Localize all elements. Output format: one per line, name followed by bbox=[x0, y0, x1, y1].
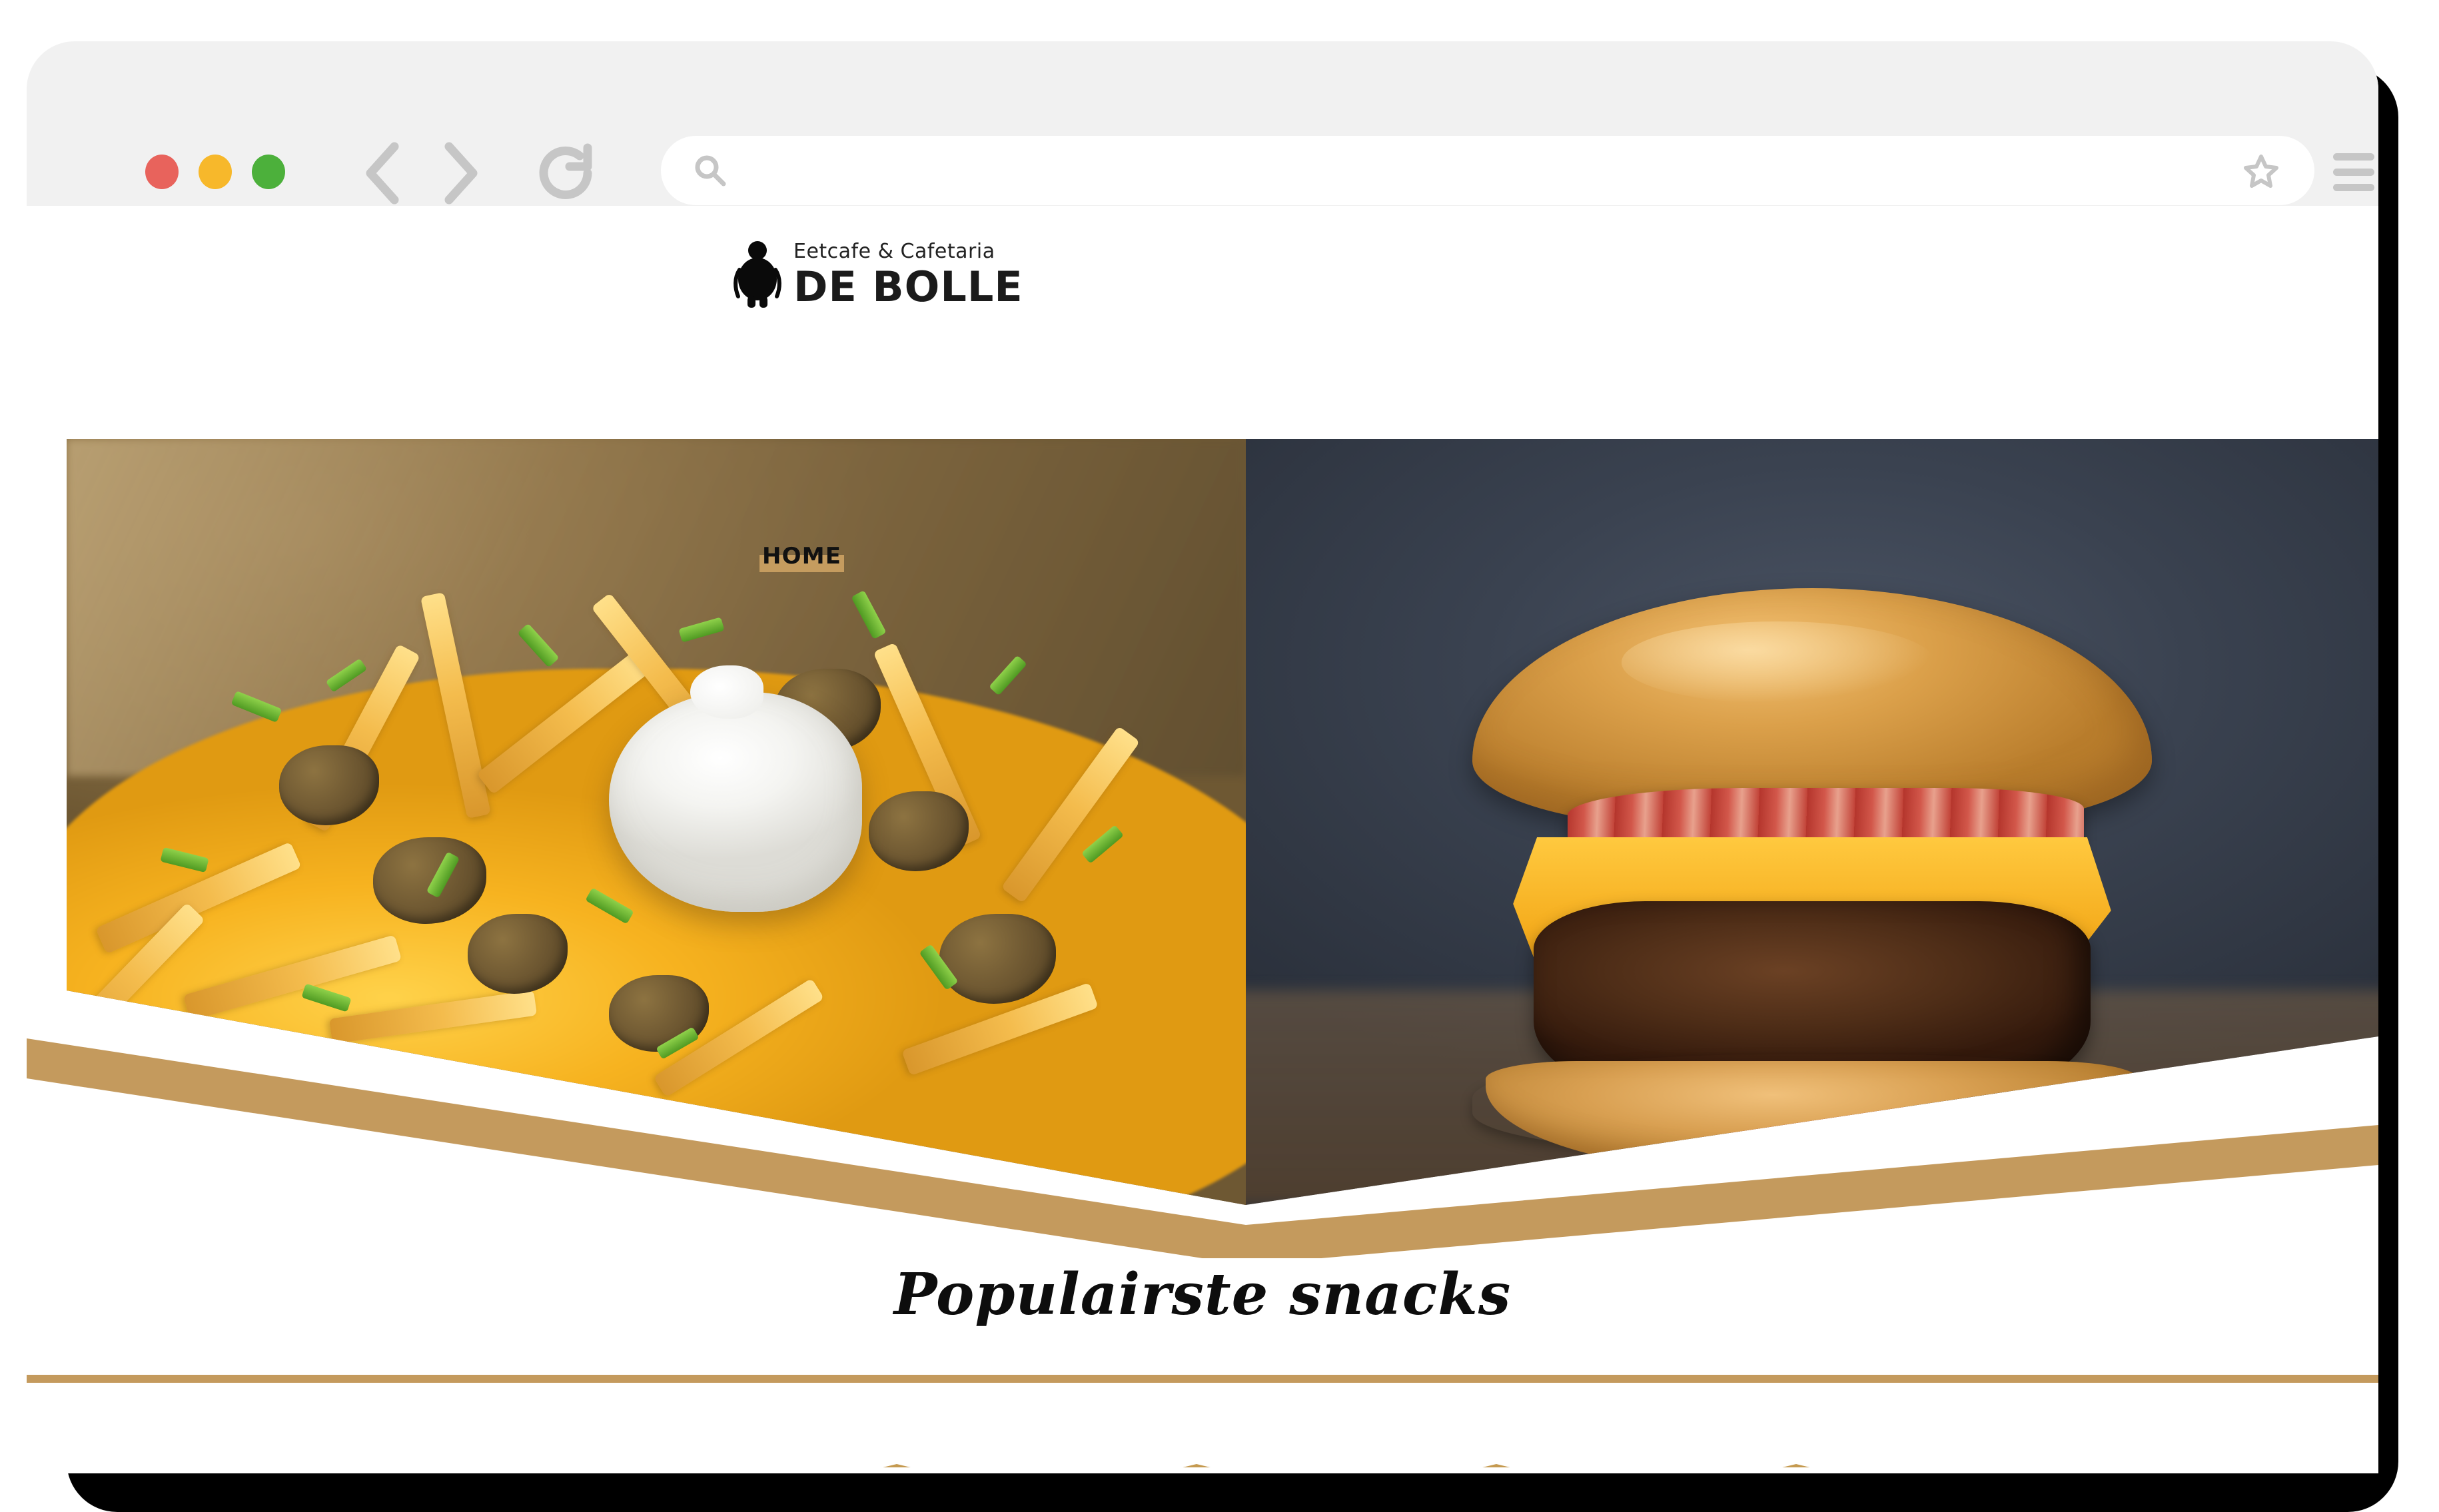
bookmark-star-icon[interactable] bbox=[2242, 153, 2280, 189]
hero-image-burger bbox=[1246, 439, 2378, 1205]
hero-image-fries bbox=[67, 439, 1246, 1205]
back-icon[interactable] bbox=[361, 141, 402, 205]
section-divider bbox=[27, 1375, 2378, 1383]
site-header: Eetcafe & Cafetaria DE BOLLE HOME EETCAF… bbox=[27, 206, 2378, 579]
site-logo[interactable]: Eetcafe & Cafetaria DE BOLLE bbox=[728, 240, 1023, 308]
popular-snacks-section: Populairste snacks bbox=[27, 1225, 2378, 1473]
window-minimize-button[interactable] bbox=[199, 155, 232, 189]
logo-tagline: Eetcafe & Cafetaria bbox=[793, 239, 995, 263]
window-maximize-button[interactable] bbox=[252, 155, 285, 189]
address-bar[interactable] bbox=[661, 136, 2314, 205]
snack-cards-row bbox=[27, 1464, 2378, 1473]
hero-banner bbox=[67, 439, 2378, 1205]
section-title: Populairste snacks bbox=[893, 1261, 1512, 1328]
browser-window: Eetcafe & Cafetaria DE BOLLE HOME EETCAF… bbox=[27, 41, 2378, 1473]
snack-card[interactable] bbox=[1406, 1464, 1587, 1473]
menu-line bbox=[2333, 153, 2374, 161]
hamburger-menu-icon[interactable] bbox=[2333, 153, 2374, 191]
hero-image-split bbox=[67, 439, 2378, 1205]
window-close-button[interactable] bbox=[145, 155, 179, 189]
menu-line bbox=[2333, 169, 2374, 176]
round-man-logo-icon bbox=[728, 240, 787, 308]
browser-toolbar bbox=[27, 41, 2378, 206]
nav-item-home[interactable]: HOME bbox=[759, 540, 845, 573]
reload-icon[interactable] bbox=[533, 140, 598, 206]
search-icon bbox=[693, 153, 728, 188]
menu-line bbox=[2333, 184, 2374, 191]
logo-name: DE BOLLE bbox=[793, 262, 1023, 311]
snack-card[interactable] bbox=[806, 1464, 987, 1473]
forward-icon[interactable] bbox=[441, 141, 482, 205]
webpage-viewport: Eetcafe & Cafetaria DE BOLLE HOME EETCAF… bbox=[27, 206, 2378, 1473]
snack-card[interactable] bbox=[1106, 1464, 1287, 1473]
snack-card[interactable] bbox=[1706, 1464, 1887, 1473]
